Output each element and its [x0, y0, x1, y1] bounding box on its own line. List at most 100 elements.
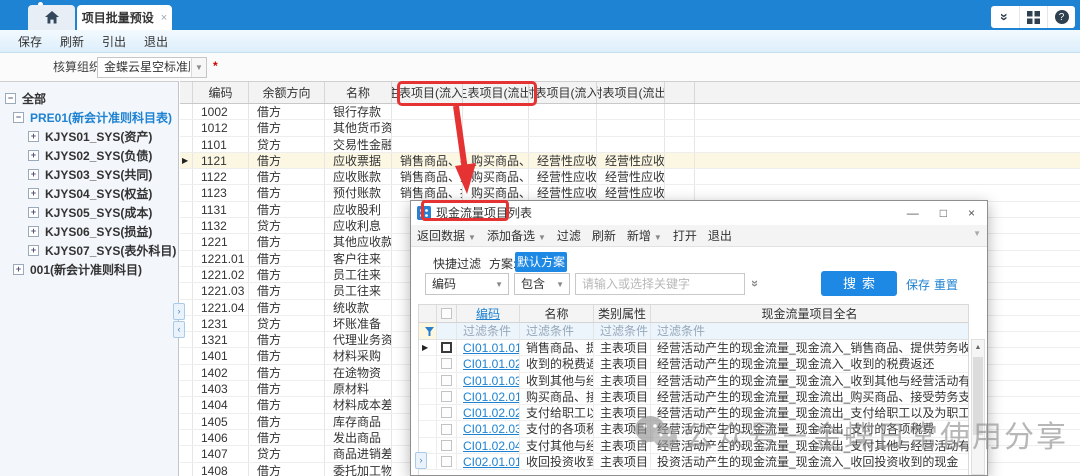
- tree-item[interactable]: −PRE01(新会计准则科目表): [0, 108, 178, 127]
- filter-operator-select[interactable]: 包含 ▼: [514, 273, 570, 295]
- table-row[interactable]: ▶1121借方应收票据销售商品、提...购买商品、接...经营性应收项...经营…: [180, 153, 1080, 169]
- code-link[interactable]: CI01.02.02: [463, 406, 520, 420]
- tree-item[interactable]: +KJYS04_SYS(权益): [0, 184, 178, 203]
- code-link[interactable]: CI01.02.04: [463, 439, 520, 453]
- list-item[interactable]: ▶CI01.01.01销售商品、提供劳主表项目经营活动产生的现金流量_现金流入_…: [419, 340, 968, 356]
- dialog-toolbar-过滤[interactable]: 过滤: [557, 227, 581, 244]
- code-link[interactable]: CI01.02.03: [463, 422, 520, 436]
- row-checkbox[interactable]: [437, 421, 457, 436]
- expand-icon[interactable]: +: [28, 245, 39, 256]
- default-scheme-button[interactable]: 默认方案: [515, 252, 567, 272]
- row-checkbox[interactable]: [437, 340, 457, 355]
- expand-icon[interactable]: +: [28, 207, 39, 218]
- row-checkbox[interactable]: [437, 373, 457, 388]
- tree-item[interactable]: +KJYS03_SYS(共同): [0, 165, 178, 184]
- table-row[interactable]: 1101贷方交易性金融资产: [180, 137, 1080, 153]
- table-row[interactable]: 1002借方银行存款: [180, 104, 1080, 120]
- tree-item[interactable]: +KJYS06_SYS(损益): [0, 222, 178, 241]
- column-header[interactable]: 余额方向: [249, 82, 325, 103]
- filter-cell[interactable]: 过滤条件: [520, 323, 594, 339]
- dialog-toolbar-打开[interactable]: 打开: [673, 227, 697, 244]
- collapse-toolbar-button[interactable]: »: [991, 6, 1019, 28]
- list-item[interactable]: CI01.02.04支付其他与经营活主表项目经营活动产生的现金流量_现金流出_支…: [419, 438, 968, 454]
- help-button[interactable]: ?: [1047, 6, 1075, 28]
- dialog-maximize-button[interactable]: □: [940, 206, 947, 220]
- tree-item[interactable]: +KJYS02_SYS(负债): [0, 146, 178, 165]
- column-header[interactable]: 类别属性: [594, 305, 651, 322]
- dialog-toolbar-退出[interactable]: 退出: [708, 227, 732, 244]
- tree-item[interactable]: −全部: [0, 89, 178, 108]
- keyword-input[interactable]: [575, 273, 745, 295]
- tab-close-icon[interactable]: ×: [161, 12, 167, 24]
- dialog-toolbar-刷新[interactable]: 刷新: [592, 227, 616, 244]
- filter-cell[interactable]: 过滤条件: [651, 323, 968, 339]
- column-header[interactable]: 附表项目(流入): [529, 82, 597, 103]
- filter-funnel-icon[interactable]: [419, 323, 437, 339]
- list-item[interactable]: CI01.02.03支付的各项税费主表项目经营活动产生的现金流量_现金流出_支付…: [419, 421, 968, 437]
- search-button[interactable]: 搜索: [821, 271, 897, 296]
- toolbar-more-icon[interactable]: ▼: [973, 229, 981, 238]
- tree-item[interactable]: +KJYS05_SYS(成本): [0, 203, 178, 222]
- column-header[interactable]: 名称: [520, 305, 594, 322]
- expand-icon[interactable]: +: [28, 131, 39, 142]
- row-checkbox[interactable]: [437, 438, 457, 453]
- list-item[interactable]: CI02.01.01收回投资收到的现主表项目投资活动产生的现金流量_现金流入_收…: [419, 454, 968, 470]
- collapse-icon[interactable]: −: [5, 93, 16, 104]
- code-link[interactable]: CI02.01.01: [463, 455, 520, 469]
- column-header[interactable]: 名称: [325, 82, 392, 103]
- tree-item[interactable]: +001(新会计准则科目): [0, 260, 178, 279]
- refresh-button[interactable]: 刷新: [60, 33, 84, 50]
- expand-icon[interactable]: +: [28, 226, 39, 237]
- row-checkbox[interactable]: [437, 405, 457, 420]
- column-header[interactable]: 编码: [193, 82, 249, 103]
- filter-cell[interactable]: [437, 323, 457, 339]
- tab-home[interactable]: [28, 5, 75, 30]
- code-link[interactable]: CI01.02.01: [463, 390, 520, 404]
- save-button[interactable]: 保存: [18, 33, 42, 50]
- collapse-icon[interactable]: −: [13, 112, 24, 123]
- dialog-toolbar-新增[interactable]: 新增▼: [627, 227, 662, 244]
- splitter-expand-icon[interactable]: ›: [173, 303, 185, 320]
- code-link[interactable]: CI01.01.02: [463, 357, 520, 371]
- column-header[interactable]: 编码: [457, 305, 520, 322]
- dialog-table-scrollbar[interactable]: ▲: [971, 339, 985, 475]
- code-link[interactable]: CI01.01.03: [463, 374, 520, 388]
- reset-link[interactable]: 重置: [934, 276, 958, 293]
- tree-item[interactable]: +KJYS01_SYS(资产): [0, 127, 178, 146]
- exit-button[interactable]: 退出: [144, 33, 168, 50]
- row-checkbox[interactable]: [437, 454, 457, 469]
- column-header[interactable]: 现金流量项目全名: [651, 305, 968, 322]
- list-item[interactable]: CI01.01.02收到的税费返还主表项目经营活动产生的现金流量_现金流入_收到…: [419, 356, 968, 372]
- tree-item[interactable]: +KJYS07_SYS(表外科目): [0, 241, 178, 260]
- expand-icon[interactable]: +: [28, 169, 39, 180]
- filter-field-select[interactable]: 编码 ▼: [425, 273, 509, 295]
- row-checkbox[interactable]: [437, 389, 457, 404]
- table-row[interactable]: 1012借方其他货币资金: [180, 120, 1080, 136]
- export-button[interactable]: 引出: [102, 33, 126, 50]
- dialog-toolbar-添加备选[interactable]: 添加备选▼: [487, 227, 546, 244]
- dialog-toolbar-返回数据[interactable]: 返回数据▼: [417, 227, 476, 244]
- row-checkbox[interactable]: [437, 356, 457, 371]
- code-link[interactable]: CI01.01.01: [463, 341, 520, 355]
- scroll-up-icon[interactable]: ▲: [972, 340, 984, 354]
- save-scheme-link[interactable]: 保存: [906, 276, 930, 293]
- list-item[interactable]: CI01.02.01购买商品、接受劳主表项目经营活动产生的现金流量_现金流出_购…: [419, 389, 968, 405]
- expand-icon[interactable]: +: [13, 264, 24, 275]
- select-all-checkbox[interactable]: [437, 305, 457, 322]
- list-item[interactable]: CI01.02.02支付给职工以及为主表项目经营活动产生的现金流量_现金流出_支…: [419, 405, 968, 421]
- filter-cell[interactable]: 过滤条件: [457, 323, 520, 339]
- list-item[interactable]: CI01.01.03收到其他与经营活主表项目经营活动产生的现金流量_现金流入_收…: [419, 373, 968, 389]
- splitter-collapse-icon[interactable]: ‹: [173, 321, 185, 338]
- dialog-minimize-button[interactable]: —: [907, 206, 919, 220]
- expand-filter-icon[interactable]: »: [748, 280, 763, 287]
- dialog-splitter-expand-icon[interactable]: ›: [415, 452, 427, 469]
- filter-cell[interactable]: 过滤条件: [594, 323, 651, 339]
- column-header[interactable]: 附表项目(流出): [597, 82, 665, 103]
- table-row[interactable]: 1122借方应收账款销售商品、提...购买商品、接...经营性应收项...经营性…: [180, 169, 1080, 185]
- scrollbar-thumb[interactable]: [973, 357, 983, 435]
- dialog-close-button[interactable]: ×: [968, 206, 975, 220]
- org-select[interactable]: 金蝶云星空标准版 ▼: [97, 57, 207, 78]
- tab-active[interactable]: 项目批量预设 ×: [77, 5, 172, 30]
- apps-button[interactable]: [1019, 6, 1047, 28]
- expand-icon[interactable]: +: [28, 188, 39, 199]
